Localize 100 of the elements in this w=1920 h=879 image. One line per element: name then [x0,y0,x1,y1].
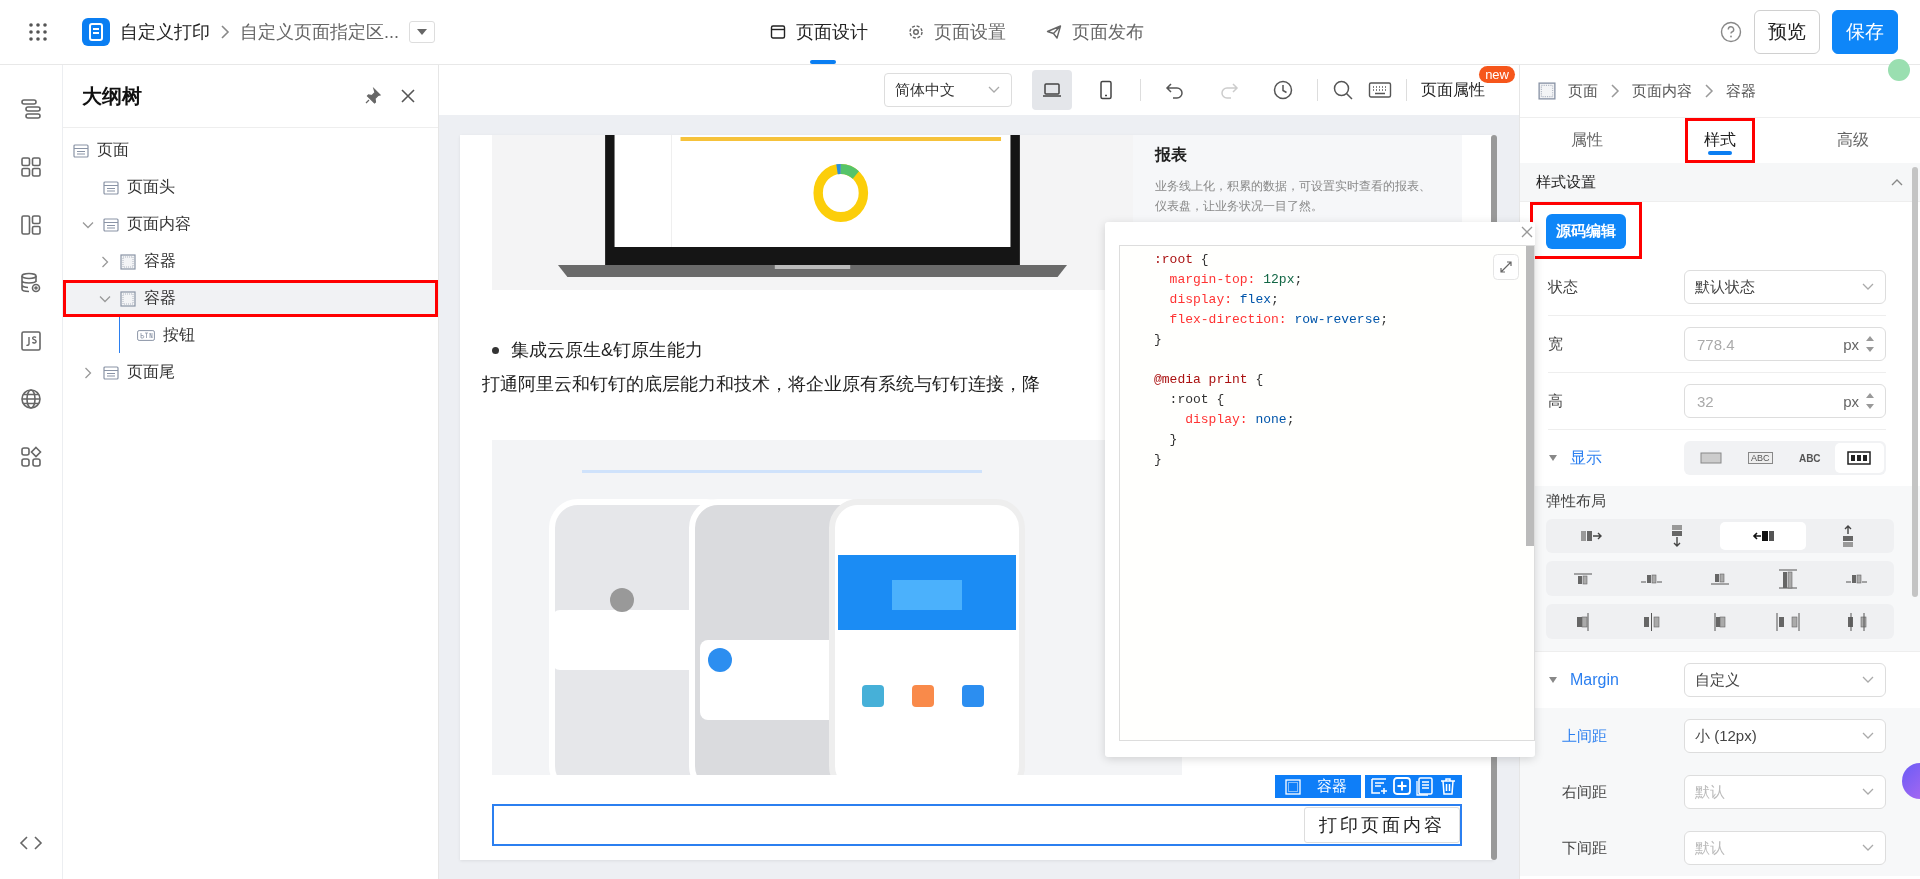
outline-icon[interactable] [19,97,43,121]
tree-item[interactable]: 容器 [63,243,438,280]
expand-icon[interactable] [1493,254,1519,280]
save-button[interactable]: 保存 [1832,10,1898,54]
app-title[interactable]: 自定义打印 [120,20,210,44]
chevron-right-icon [1610,83,1620,99]
chevron-down-icon [987,85,1001,95]
apps-grid-icon[interactable] [28,22,48,42]
align-icon [1845,573,1869,584]
layout-icon[interactable] [19,213,43,237]
select-field[interactable]: 默认状态 [1684,270,1886,304]
page-tab[interactable]: 页面设置 [908,0,1006,64]
help-icon[interactable] [1720,21,1742,43]
container-icon [120,253,136,270]
tree-item[interactable]: 页面尾 [63,354,438,391]
collapse-icon[interactable] [1890,177,1904,187]
add-below-icon[interactable] [1369,776,1389,796]
breadcrumb-item[interactable]: 容器 [1726,81,1756,101]
field-label: 下间距 [1561,838,1607,858]
breadcrumb-item[interactable]: 页面内容 [1632,81,1692,101]
database-settings-icon[interactable] [19,271,43,295]
number-input[interactable]: 778.4 [1695,334,1838,354]
plugins-icon[interactable] [19,445,43,469]
feature-title: 报表 [1155,145,1188,165]
add-inside-icon[interactable] [1392,776,1412,796]
js-icon[interactable] [19,329,43,353]
display-option[interactable]: ABC [1785,443,1835,473]
desktop-view-button[interactable] [1032,70,1072,110]
preview-button[interactable]: 预览 [1754,10,1820,54]
undo-icon [1165,81,1185,99]
breadcrumb-item[interactable]: 页面 [1568,81,1598,101]
close-icon[interactable] [400,88,416,104]
component-tag[interactable]: 容器 [1275,775,1361,798]
field-label: 高 [1548,391,1563,411]
inspector-tab[interactable]: 高级 [1818,118,1889,163]
page-dropdown-button[interactable] [409,21,435,43]
page-name[interactable]: 自定义页面指定区... [240,20,399,44]
page-properties-button[interactable]: 页面属性 [1421,79,1485,101]
components-grid-icon[interactable] [19,155,43,179]
tree-item[interactable]: 页面 [63,132,438,169]
page-tab[interactable]: 页面发布 [1046,0,1144,64]
clock-icon [1272,79,1294,101]
paragraph: 打通阿里云和钉钉的底层能力和技术，将企业原有系统与钉钉连接，降 [482,373,1040,396]
globe-icon[interactable] [19,387,43,411]
container-icon [120,290,136,307]
tree-item[interactable]: 容器 [63,280,438,317]
chevron-down-icon [1861,787,1875,797]
selected-container[interactable]: 打印页面内容 [492,804,1462,846]
display-option[interactable] [1834,443,1884,473]
field-label: 右间距 [1561,782,1607,802]
chevron-down-icon [1861,675,1875,685]
tree-item[interactable]: 按钮 [63,317,438,354]
scrollbar[interactable] [1526,246,1534,546]
inspector-tab[interactable]: 属性 [1551,118,1622,163]
scrollbar[interactable] [1912,167,1918,597]
align-icon [1710,572,1730,585]
keyboard-icon[interactable] [1368,81,1392,99]
block-icon [1699,451,1722,465]
tree-item[interactable]: 页面内容 [63,206,438,243]
status-dot [1888,59,1910,81]
caret-down-icon [416,28,428,36]
tree-item[interactable]: 页面头 [63,169,438,206]
code-line: } [1168,431,1178,449]
page-tab[interactable]: 页面设计 [770,0,868,64]
select-field[interactable]: 自定义 [1684,663,1886,697]
flex-icon [1847,451,1872,465]
window-icon [770,24,786,40]
language-select[interactable]: 简体中文 [884,73,1012,107]
direction-option[interactable] [1720,522,1806,550]
send-icon [1046,24,1062,40]
display-option[interactable]: ABC [1735,443,1785,473]
inspector-tab[interactable]: 样式 [1685,118,1755,163]
field-label: 宽 [1548,334,1563,354]
delete-icon[interactable] [1438,776,1458,796]
pin-icon[interactable] [364,87,382,105]
select-field[interactable]: 小 (12px) [1684,719,1886,753]
expand-triangle-icon[interactable] [1548,453,1558,463]
page-icon [73,143,89,158]
search-icon[interactable] [1332,79,1354,101]
number-field[interactable]: 32 px [1684,384,1886,418]
new-badge: new [1479,66,1515,83]
code-editor[interactable]: :root { margin-top: 12px; display: flex; flex-direction: row-reverse; } @media print { :root { display: none; } } [1119,245,1535,741]
field-label: 上间距 [1561,726,1607,746]
source-edit-button[interactable]: 源码编辑 [1546,214,1626,249]
flex-layout-label: 弹性布局 [1546,492,1607,511]
code-line: :root { [1168,391,1225,409]
phone-icon [1098,80,1114,100]
number-input[interactable]: 32 [1695,391,1838,411]
align-icon [1640,573,1664,584]
align-icon [1573,572,1594,585]
print-button[interactable]: 打印页面内容 [1304,807,1460,843]
code-line: flex-direction: row-reverse; [1168,311,1389,329]
gear-icon [908,24,924,40]
page-icon [103,180,119,195]
feature-description: 业务线上化，积累的数据，可设置实时查看的报表、仪表盘，让业务状况一目了然。 [1155,178,1432,215]
bullet-icon [492,346,499,354]
copy-icon[interactable] [1415,776,1435,796]
expand-triangle-icon[interactable] [1548,675,1558,685]
number-field[interactable]: 778.4 px [1684,327,1886,361]
section-header[interactable]: 样式设置 [1520,163,1920,202]
